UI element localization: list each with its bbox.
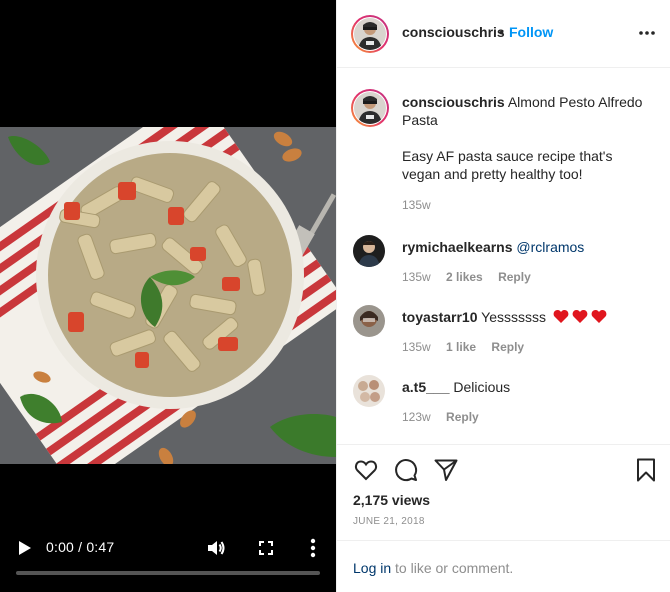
view-count[interactable]: 2,175 views xyxy=(353,492,430,508)
post-side-panel: consciouschris • Follow consciouschris A… xyxy=(336,0,670,592)
comment-item: rymichaelkearns @rclramos 135w 2 likes R… xyxy=(337,235,670,305)
comment-username[interactable]: toyastarr10 xyxy=(402,309,478,325)
author-username[interactable]: consciouschris xyxy=(402,24,505,40)
login-prompt: Log in to like or comment. xyxy=(337,540,670,592)
volume-icon[interactable] xyxy=(205,537,227,559)
more-horizontal-icon[interactable] xyxy=(637,25,657,41)
post-actions: 2,175 views JUNE 21, 2018 xyxy=(337,444,670,540)
comment-time[interactable]: 135w xyxy=(402,340,431,354)
comment-reply-button[interactable]: Reply xyxy=(498,270,531,284)
caption-title-line: consciouschris Almond Pesto Alfredo Past… xyxy=(402,93,647,129)
comment-time[interactable]: 135w xyxy=(402,270,431,284)
login-prompt-rest: to like or comment. xyxy=(391,560,514,576)
more-vertical-icon[interactable] xyxy=(303,536,323,560)
comments-list[interactable]: consciouschris Almond Pesto Alfredo Past… xyxy=(337,69,670,443)
video-frame-pasta-image[interactable] xyxy=(0,127,336,464)
comment-meta: 123w Reply xyxy=(402,410,491,424)
login-prompt-text: Log in to like or comment. xyxy=(353,560,513,576)
heart-icon[interactable] xyxy=(353,457,379,483)
header-separator: • xyxy=(499,24,504,40)
comment-text: Yesssssss xyxy=(481,309,546,325)
comment-text-line: rymichaelkearns @rclramos xyxy=(402,239,584,255)
caption-body: Easy AF pasta sauce recipe that's vegan … xyxy=(402,148,613,182)
commenter-avatar[interactable] xyxy=(353,305,385,337)
bookmark-icon[interactable] xyxy=(633,457,659,483)
share-icon[interactable] xyxy=(433,457,459,483)
fullscreen-icon[interactable] xyxy=(256,538,276,558)
comment-username[interactable]: a.t5___ xyxy=(402,379,449,395)
comment-text: Delicious xyxy=(453,379,511,395)
comment-time[interactable]: 123w xyxy=(402,410,431,424)
caption-author-avatar[interactable] xyxy=(351,89,389,127)
caption-username[interactable]: consciouschris xyxy=(402,94,505,110)
comment-meta: 135w 2 likes Reply xyxy=(402,270,543,284)
video-progress-bar[interactable] xyxy=(16,571,320,575)
author-avatar[interactable] xyxy=(351,15,389,53)
video-time: 0:00 / 0:47 xyxy=(46,539,115,555)
comment-text-line: a.t5___ Delicious xyxy=(402,379,510,395)
post-header: consciouschris • Follow xyxy=(337,0,670,68)
comment-item: a.t5___ Delicious 123w Reply xyxy=(337,375,670,443)
follow-button[interactable]: Follow xyxy=(509,24,553,40)
comment-likes[interactable]: 2 likes xyxy=(446,270,483,284)
comment-meta: 135w 1 like Reply xyxy=(402,340,536,354)
play-icon[interactable] xyxy=(14,538,34,558)
comment-reply-button[interactable]: Reply xyxy=(491,340,524,354)
commenter-avatar[interactable] xyxy=(353,235,385,267)
caption-timestamp[interactable]: 135w xyxy=(402,198,431,212)
comment-username[interactable]: rymichaelkearns xyxy=(402,239,513,255)
video-player[interactable]: 0:00 / 0:47 xyxy=(0,0,336,592)
comment-reply-button[interactable]: Reply xyxy=(446,410,479,424)
commenter-avatar[interactable] xyxy=(353,375,385,407)
comment-icon[interactable] xyxy=(393,457,419,483)
login-link[interactable]: Log in xyxy=(353,560,391,576)
comment-likes[interactable]: 1 like xyxy=(446,340,476,354)
comment-text-line: toyastarr10 Yesssssss xyxy=(402,309,607,327)
post-date[interactable]: JUNE 21, 2018 xyxy=(353,516,425,527)
comment-item: toyastarr10 Yesssssss 135w 1 like Reply xyxy=(337,305,670,375)
heart-emoji-icons xyxy=(553,309,607,327)
video-controls: 0:00 / 0:47 xyxy=(0,530,336,592)
comment-mention[interactable]: @rclramos xyxy=(516,239,584,255)
